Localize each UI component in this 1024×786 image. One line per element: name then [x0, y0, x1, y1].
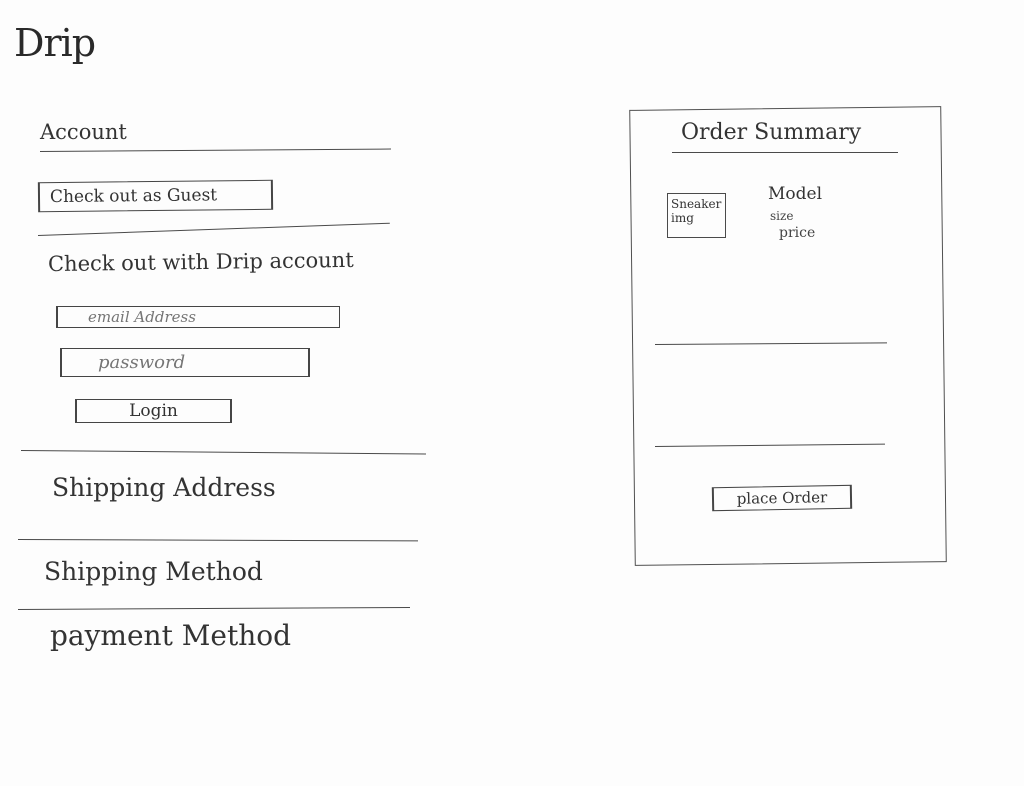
item-model: Model [768, 184, 823, 204]
item-price: price [779, 225, 816, 241]
brand-logo: Drip [14, 21, 96, 65]
shipping-address-section[interactable]: Shipping Address [52, 475, 276, 500]
email-address-input[interactable] [56, 306, 340, 328]
guest-divider [37, 222, 390, 236]
account-title-underline [39, 148, 391, 152]
order-summary-title-underline [672, 152, 898, 153]
shipping-method-divider [17, 606, 410, 610]
sneaker-image-placeholder: Sneaker img [667, 193, 726, 238]
account-section-title: Account [40, 120, 127, 144]
order-summary-title: Order Summary [681, 120, 862, 145]
shipping-method-section[interactable]: Shipping Method [44, 559, 263, 584]
item-size: size [770, 209, 794, 223]
payment-method-section[interactable]: payment Method [50, 622, 291, 650]
login-button[interactable]: Login [75, 399, 232, 423]
place-order-button[interactable]: place Order [711, 484, 853, 512]
account-section-divider [20, 450, 426, 455]
shipping-address-divider [17, 539, 418, 542]
drip-account-title: Check out with Drip account [47, 247, 354, 277]
checkout-as-guest-button[interactable]: Check out as Guest [37, 179, 274, 213]
password-input[interactable] [60, 348, 310, 377]
